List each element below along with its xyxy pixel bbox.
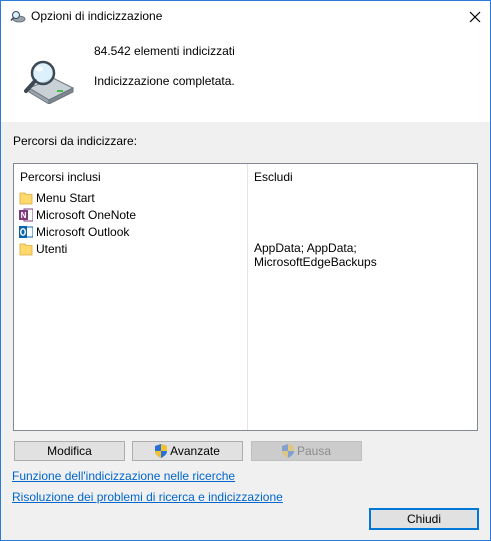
indexing-options-window: Opzioni di indicizzazione 84.542 element… xyxy=(0,0,491,541)
list-item[interactable]: Menu Start xyxy=(19,189,95,206)
close-button-label: Chiudi xyxy=(406,512,442,526)
pause-button-label: Pausa xyxy=(296,444,332,458)
title-bar: Opzioni di indicizzazione xyxy=(1,1,490,32)
window-title: Opzioni di indicizzazione xyxy=(31,9,163,23)
column-header-included[interactable]: Percorsi inclusi xyxy=(20,170,101,184)
location-name: Utenti xyxy=(36,241,68,256)
locations-label: Percorsi da indicizzare: xyxy=(13,134,138,148)
pause-button[interactable]: Pausa xyxy=(251,441,362,461)
uac-shield-icon xyxy=(155,444,168,458)
onenote-icon: N xyxy=(19,208,33,221)
close-icon xyxy=(469,11,481,22)
list-item[interactable]: Utenti xyxy=(19,240,67,257)
svg-text:N: N xyxy=(21,211,27,220)
close-window-button[interactable] xyxy=(460,1,490,32)
list-item[interactable]: Microsoft Outlook xyxy=(19,223,129,240)
indexing-drive-icon xyxy=(24,60,75,104)
locations-list[interactable]: Percorsi inclusi Escludi Menu Start N Mi… xyxy=(13,163,478,431)
folder-icon xyxy=(19,192,33,204)
uac-shield-icon xyxy=(281,444,294,458)
modify-button[interactable]: Modifica xyxy=(14,441,125,461)
outlook-icon xyxy=(19,225,33,238)
column-divider xyxy=(247,164,248,430)
advanced-button[interactable]: Avanzate xyxy=(132,441,243,461)
modify-button-label: Modifica xyxy=(47,444,92,458)
advanced-button-label: Avanzate xyxy=(170,444,220,458)
location-name: Microsoft Outlook xyxy=(36,224,130,239)
how-indexing-link[interactable]: Funzione dell'indicizzazione nelle ricer… xyxy=(12,469,235,483)
indexing-app-icon xyxy=(10,11,26,23)
indexing-status: Indicizzazione completata. xyxy=(94,74,235,88)
location-name: Microsoft OneNote xyxy=(36,207,137,222)
location-exclusions: AppData; AppData; MicrosoftEdgeBackups xyxy=(254,241,377,269)
troubleshoot-link[interactable]: Risoluzione dei problemi di ricerca e in… xyxy=(12,490,283,504)
close-button[interactable]: Chiudi xyxy=(369,508,479,530)
column-header-exclude[interactable]: Escludi xyxy=(254,170,293,184)
location-name: Menu Start xyxy=(36,190,95,205)
list-item[interactable]: N Microsoft OneNote xyxy=(19,206,136,223)
indexed-count: 84.542 elementi indicizzati xyxy=(94,44,235,58)
folder-icon xyxy=(19,243,33,255)
